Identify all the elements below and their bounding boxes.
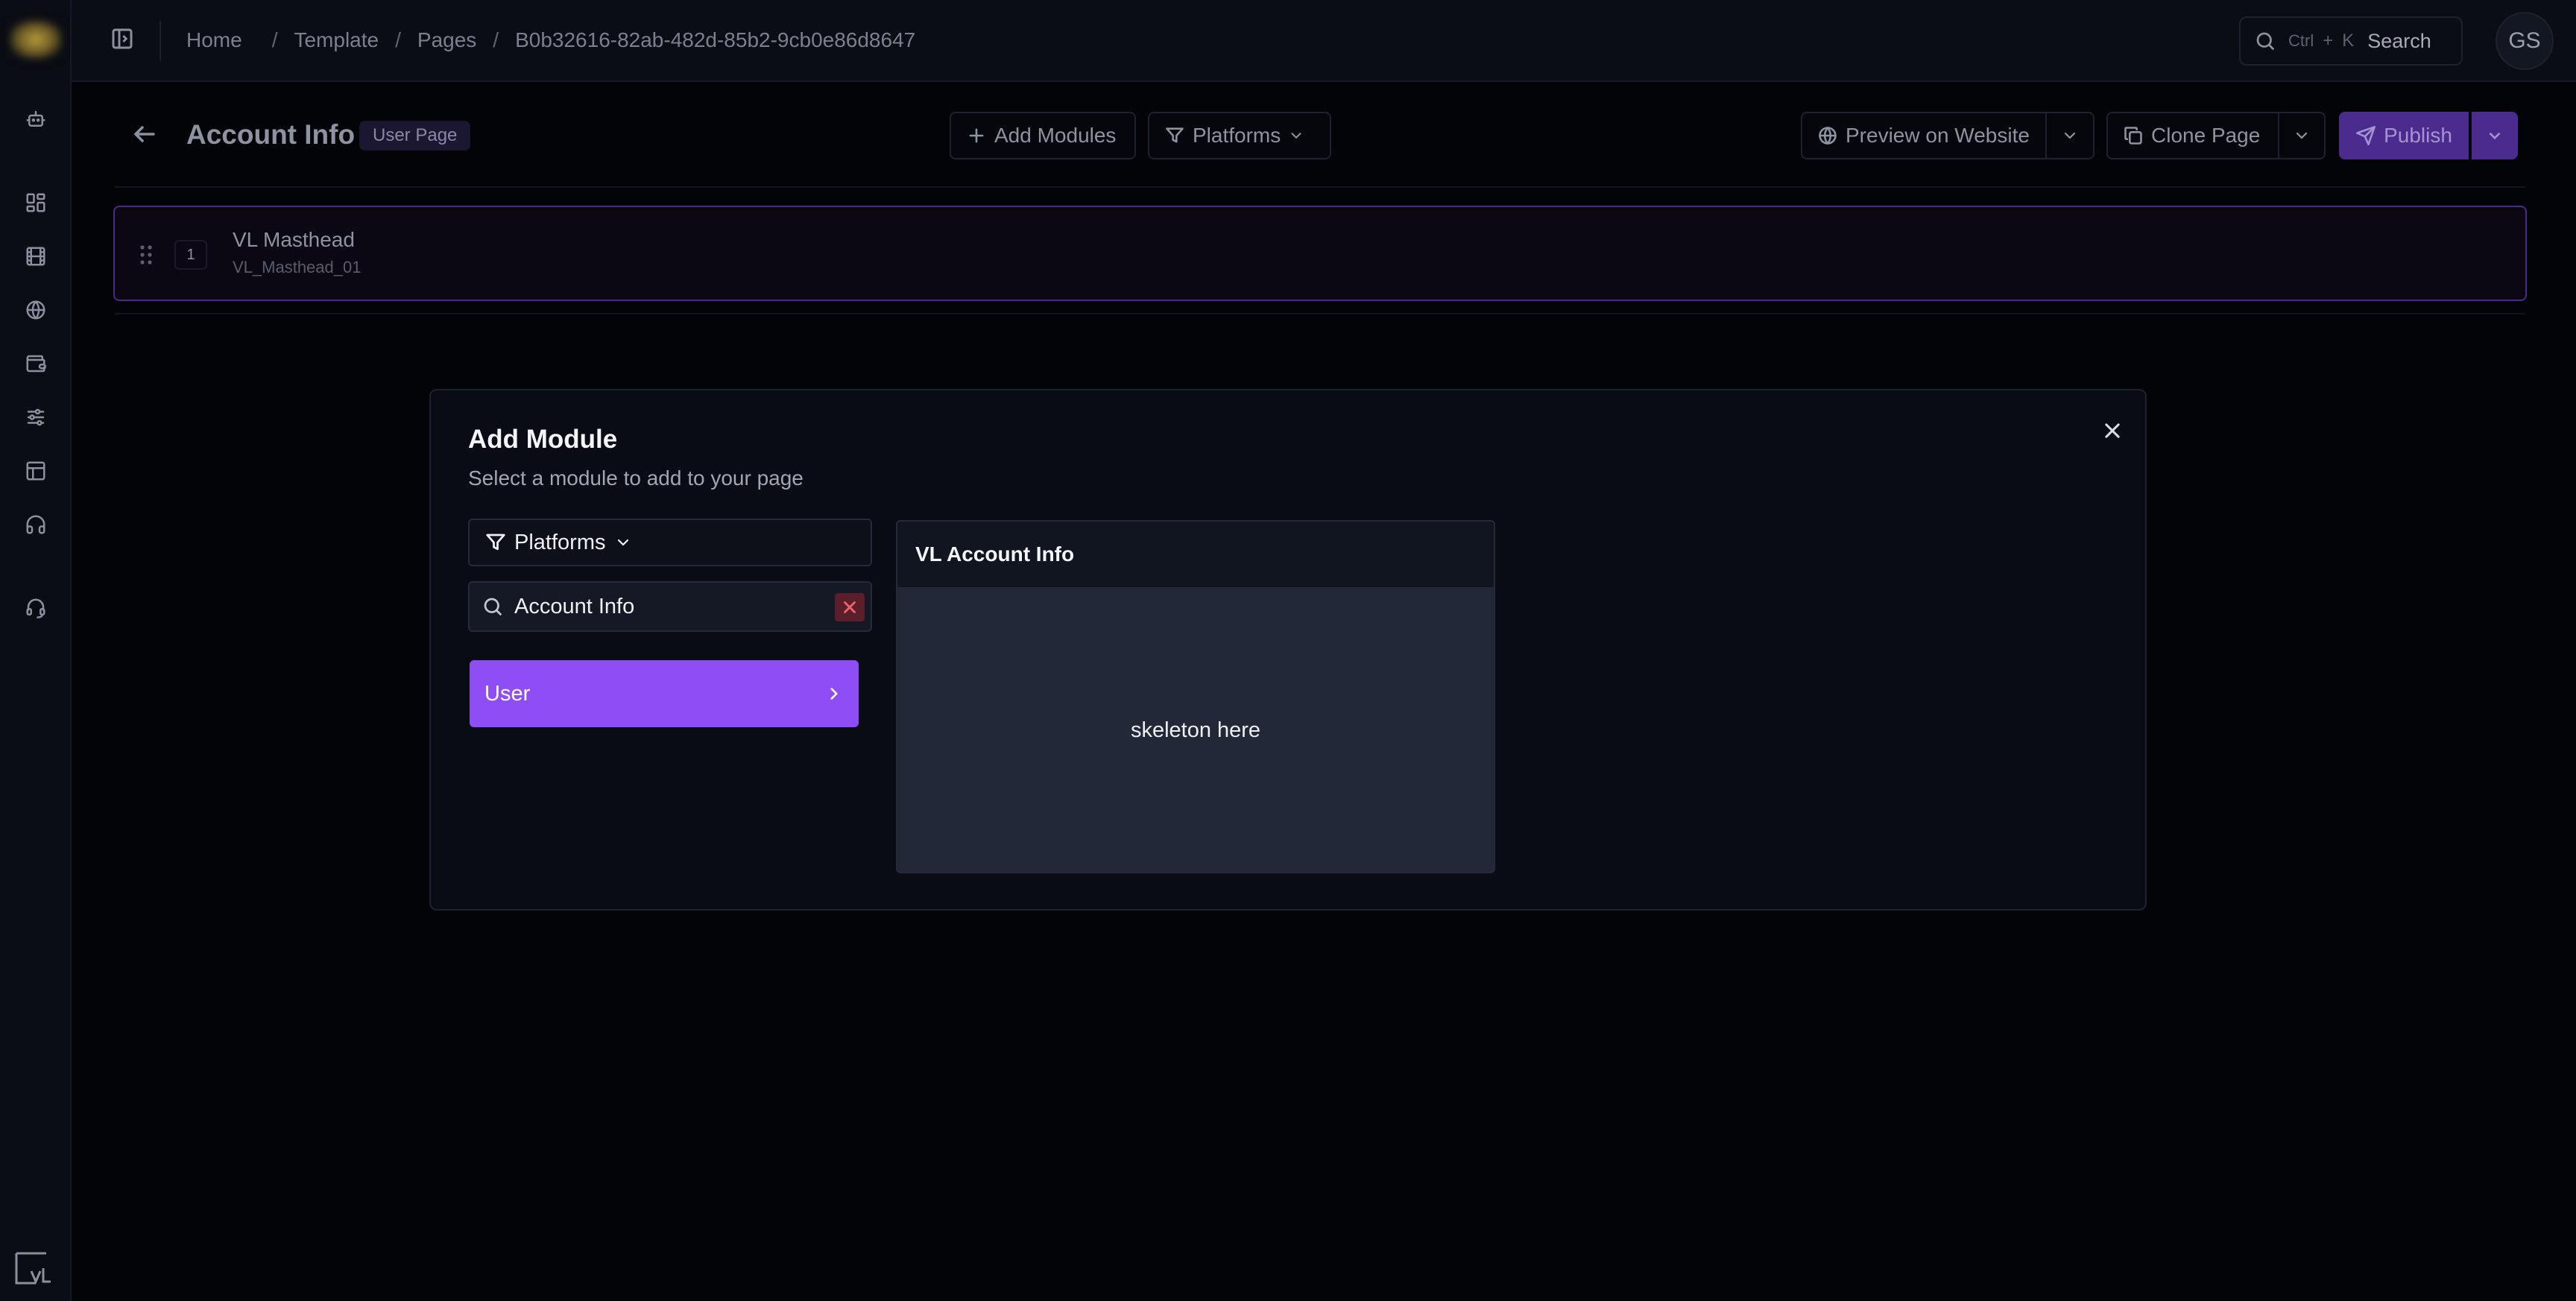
chevron-down-icon	[1291, 133, 1301, 139]
module-preview-card[interactable]: VL Account Info skeleton here	[896, 520, 1495, 873]
globe-icon[interactable]	[21, 295, 51, 325]
module-row[interactable]: 1 VL Masthead VL_Masthead_01	[113, 206, 2527, 301]
search-label: Search	[2367, 29, 2431, 52]
support-icon[interactable]	[21, 593, 51, 623]
breadcrumb-separator: /	[395, 28, 401, 51]
category-label: User	[484, 681, 531, 706]
preview-card-title: VL Account Info	[897, 522, 1494, 587]
add-modules-button[interactable]: Add Modules	[950, 112, 1136, 159]
chevron-right-icon	[830, 688, 838, 700]
filter-icon	[486, 534, 505, 551]
page-title: Account Info	[186, 119, 356, 150]
left-sidebar	[0, 0, 72, 1301]
sliders-icon[interactable]	[21, 402, 51, 432]
breadcrumb-separator: /	[271, 28, 278, 51]
publish-button[interactable]: Publish	[2339, 112, 2469, 159]
copy-icon	[2124, 127, 2142, 145]
brand-logo[interactable]	[9, 19, 63, 60]
clone-page-button[interactable]: Clone Page	[2106, 112, 2279, 159]
publish-options-button[interactable]	[2472, 112, 2518, 159]
bot-icon[interactable]	[21, 104, 51, 134]
chevron-down-icon	[2064, 132, 2076, 139]
module-index: 1	[174, 240, 207, 270]
divider	[115, 186, 2525, 188]
module-id: VL_Masthead_01	[233, 258, 362, 276]
dialog-title: Add Module	[468, 425, 618, 454]
filter-icon	[1166, 127, 1184, 143]
wallet-icon[interactable]	[21, 349, 51, 379]
breadcrumb-page-id: B0b32616-82ab-482d-85b2-9cb0e86d8647	[515, 28, 916, 51]
breadcrumb-pages[interactable]: Pages	[417, 28, 476, 52]
add-module-dialog: Add Module Select a module to add to you…	[429, 389, 2147, 911]
page-type-badge: User Page	[359, 121, 471, 151]
search-icon	[484, 598, 502, 616]
dashboard-icon[interactable]	[21, 188, 51, 218]
topbar-divider	[160, 21, 161, 61]
publish-label: Publish	[2384, 124, 2452, 147]
clone-options-button[interactable]	[2278, 112, 2326, 159]
clear-search-button[interactable]	[835, 593, 865, 621]
plus-icon	[969, 128, 984, 143]
breadcrumb-separator: /	[493, 28, 499, 51]
layout-icon[interactable]	[21, 456, 51, 486]
chevron-down-icon	[2296, 132, 2308, 139]
shortcut-ctrl: Ctrl	[2288, 31, 2314, 50]
shortcut-key: K	[2342, 31, 2355, 51]
preview-card-body: skeleton here	[1130, 718, 1261, 742]
global-search-button[interactable]: Ctrl + K Search	[2239, 16, 2463, 66]
clone-page-label: Clone Page	[2151, 124, 2261, 147]
back-arrow-icon[interactable]	[131, 121, 161, 151]
drag-handle-icon[interactable]	[139, 244, 154, 265]
headphones-icon[interactable]	[21, 510, 51, 539]
vl-brand-icon	[13, 1249, 52, 1288]
breadcrumb-home[interactable]: Home	[186, 28, 242, 52]
platforms-filter-button[interactable]: Platforms	[1148, 112, 1331, 159]
close-icon[interactable]	[2097, 416, 2127, 446]
preview-on-website-button[interactable]: Preview on Website	[1801, 112, 2047, 159]
send-icon	[2356, 126, 2376, 145]
preview-options-button[interactable]	[2045, 112, 2094, 159]
dialog-subtitle: Select a module to add to your page	[468, 466, 804, 490]
close-icon	[844, 601, 856, 613]
category-item-user[interactable]: User	[470, 660, 859, 727]
sidebar-toggle-icon[interactable]	[110, 27, 137, 54]
chevron-down-icon	[2489, 132, 2501, 140]
platforms-filter-label: Platforms	[1193, 124, 1281, 147]
breadcrumb: Home / Template / Pages / B0b32616-82ab-…	[186, 27, 915, 54]
top-bar: Home / Template / Pages / B0b32616-82ab-…	[72, 0, 2576, 82]
user-avatar[interactable]: GS	[2496, 12, 2554, 70]
shortcut-plus: +	[2323, 31, 2334, 51]
platforms-dropdown-label: Platforms	[514, 530, 606, 554]
add-modules-label: Add Modules	[994, 124, 1117, 147]
breadcrumb-template[interactable]: Template	[294, 28, 379, 52]
module-search-field[interactable]	[468, 581, 872, 632]
platforms-dropdown[interactable]: Platforms	[468, 519, 872, 566]
search-icon	[2256, 32, 2275, 51]
preview-label: Preview on Website	[1846, 124, 2030, 147]
film-icon[interactable]	[21, 241, 51, 271]
module-search-input[interactable]	[514, 594, 812, 619]
divider	[115, 313, 2525, 314]
chevron-down-icon	[618, 539, 629, 546]
module-title: VL Masthead	[233, 228, 355, 251]
globe-icon	[1819, 127, 1837, 145]
